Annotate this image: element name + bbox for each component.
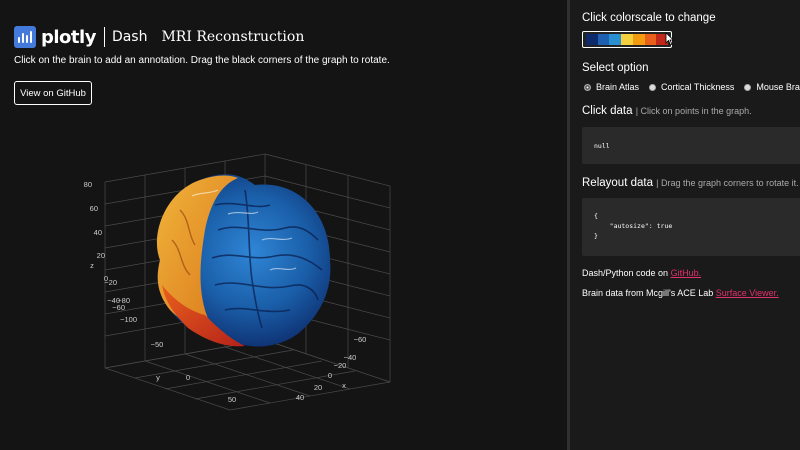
brain-surface[interactable] bbox=[156, 174, 331, 347]
y-tick-label: 0 bbox=[186, 373, 190, 382]
radio-unchecked-icon[interactable] bbox=[649, 83, 657, 91]
relayout-data-heading: Relayout data | Drag the graph corners t… bbox=[582, 177, 799, 189]
select-option-heading: Select option bbox=[582, 62, 649, 74]
x-tick-label: −20 bbox=[334, 361, 347, 370]
relayout-data-output: { "autosize": true } bbox=[582, 198, 800, 256]
y-axis-title: y bbox=[156, 373, 160, 382]
plotly-wordmark: plotly bbox=[41, 26, 96, 48]
x-axis: −60 −40 −20 0 20 40 x bbox=[296, 335, 367, 402]
colorscale-swatch bbox=[644, 34, 657, 45]
data-credit: Brain data from Mcgill's ACE Lab Surface… bbox=[582, 288, 779, 298]
data-credit-text: Brain data from Mcgill's ACE Lab bbox=[582, 288, 716, 298]
colorscale-picker[interactable] bbox=[582, 31, 672, 48]
radio-brain-atlas[interactable]: Brain Atlas bbox=[584, 82, 639, 92]
relayout-data-title: Relayout data bbox=[582, 177, 653, 189]
colorscale-swatch bbox=[609, 34, 622, 45]
mouse-cursor-icon bbox=[665, 32, 675, 46]
z-tick-label: 60 bbox=[90, 204, 98, 213]
view-on-github-button[interactable]: View on GitHub bbox=[14, 81, 92, 105]
click-data-title: Click data bbox=[582, 105, 633, 117]
x-tick-label: 20 bbox=[314, 383, 322, 392]
y-tick-label: −50 bbox=[151, 340, 164, 349]
radio-checked-icon[interactable] bbox=[584, 83, 591, 91]
colorscale-swatch bbox=[597, 34, 610, 45]
option-radio-group: Brain Atlas Cortical Thickness Mouse Bra… bbox=[584, 82, 800, 92]
code-credit: Dash/Python code on GitHub. bbox=[582, 268, 701, 278]
colorscale-swatch bbox=[632, 34, 645, 45]
z-axis: 80 60 40 20 0 −20 −40 −60 −80 −100 z bbox=[84, 180, 137, 324]
colorscale-swatch bbox=[621, 34, 633, 45]
z-tick-label: 80 bbox=[84, 180, 92, 189]
radio-mouse-brain[interactable]: Mouse Brain bbox=[744, 82, 800, 92]
z-tick-label: −80 bbox=[117, 296, 130, 305]
x-tick-label: −60 bbox=[354, 335, 367, 344]
surface-viewer-link[interactable]: Surface Viewer. bbox=[716, 288, 779, 298]
code-credit-text: Dash/Python code on bbox=[582, 268, 671, 278]
right-panel: Click colorscale to change Select option… bbox=[570, 0, 800, 450]
click-data-heading: Click data | Click on points in the grap… bbox=[582, 105, 752, 117]
z-tick-label: −20 bbox=[104, 278, 117, 287]
plotly-logo-icon bbox=[14, 26, 36, 48]
radio-unchecked-icon[interactable] bbox=[744, 83, 752, 91]
z-tick-label: 20 bbox=[97, 251, 105, 260]
radio-label: Brain Atlas bbox=[596, 82, 640, 92]
x-tick-label: 0 bbox=[328, 371, 332, 380]
page-title: MRI Reconstruction bbox=[161, 29, 305, 45]
brain-3d-graph[interactable]: 80 60 40 20 0 −20 −40 −60 −80 −100 z −50… bbox=[0, 110, 560, 450]
z-axis-title: z bbox=[90, 261, 94, 270]
radio-cortical-thickness[interactable]: Cortical Thickness bbox=[649, 82, 734, 92]
instructions-text: Click on the brain to add an annotation.… bbox=[14, 55, 390, 66]
colorscale-swatch bbox=[586, 34, 598, 45]
left-panel: plotly Dash MRI Reconstruction Click on … bbox=[0, 0, 567, 450]
radio-label: Cortical Thickness bbox=[661, 82, 735, 92]
x-axis-title: x bbox=[342, 381, 346, 390]
y-axis: −50 0 50 y bbox=[151, 340, 237, 404]
dash-wordmark: Dash bbox=[111, 29, 148, 45]
header-logo: plotly Dash MRI Reconstruction bbox=[14, 25, 304, 49]
click-data-hint: Click on points in the graph. bbox=[640, 106, 752, 116]
logo-divider bbox=[103, 27, 105, 47]
github-link[interactable]: GitHub. bbox=[671, 268, 702, 278]
click-data-output: null bbox=[582, 127, 800, 164]
colorscale-heading: Click colorscale to change bbox=[582, 12, 716, 24]
radio-label: Mouse Brain bbox=[756, 82, 800, 92]
relayout-data-hint: Drag the graph corners to rotate it. bbox=[661, 178, 799, 188]
y-tick-label: 50 bbox=[228, 395, 236, 404]
z-tick-label: 40 bbox=[94, 228, 102, 237]
x-tick-label: 40 bbox=[296, 393, 304, 402]
z-tick-label: −100 bbox=[120, 315, 137, 324]
